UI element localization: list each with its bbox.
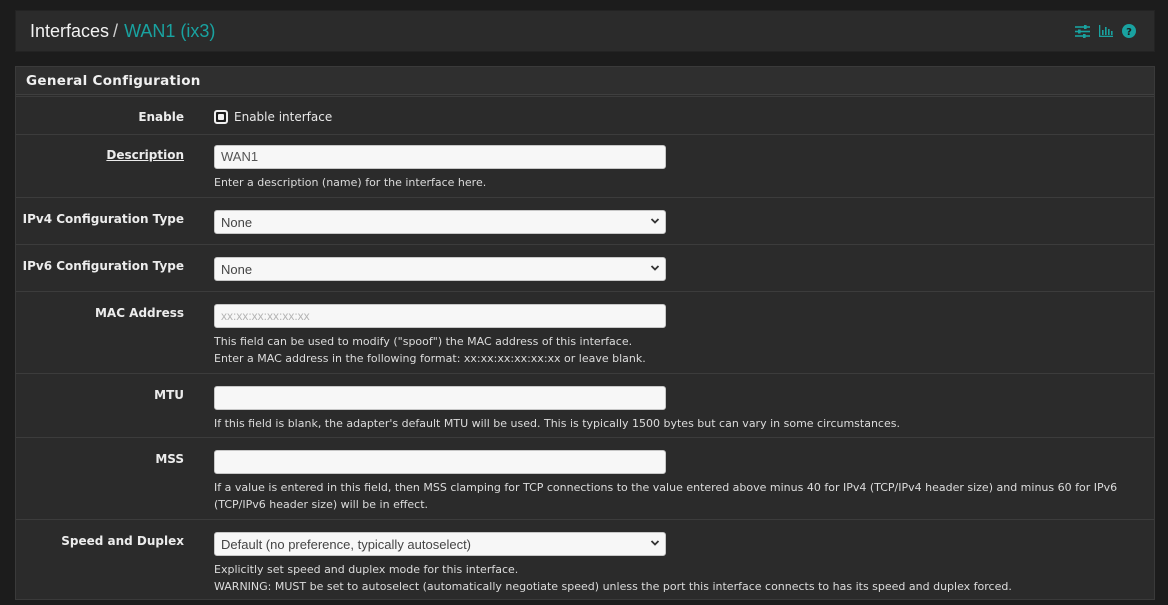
- mtu-label: MTU: [154, 388, 184, 402]
- breadcrumb-separator: /: [113, 21, 119, 41]
- enable-checkbox[interactable]: [214, 110, 228, 124]
- ipv4-select[interactable]: None: [214, 210, 666, 234]
- breadcrumb-interfaces[interactable]: Interfaces: [30, 21, 109, 41]
- ipv4-select-value: None: [221, 215, 253, 230]
- mac-address-help-line2: Enter a MAC address in the following for…: [214, 352, 646, 365]
- description-help: Enter a description (name) for the inter…: [214, 176, 487, 189]
- ipv6-label: IPv6 Configuration Type: [22, 259, 184, 273]
- description-label[interactable]: Description: [106, 148, 184, 162]
- enable-label: Enable: [138, 110, 184, 124]
- page-header: Interfaces / WAN1 (ix3) ?: [15, 10, 1155, 52]
- speed-duplex-help-line2: WARNING: MUST be set to autoselect (auto…: [214, 580, 1012, 593]
- svg-text:?: ?: [1126, 27, 1132, 38]
- chevron-down-icon: [650, 265, 660, 271]
- general-configuration-panel: General Configuration Enable Enable inte…: [15, 66, 1155, 600]
- help-icon[interactable]: ?: [1122, 24, 1136, 38]
- row-speed-duplex: Speed and Duplex Default (no preference,…: [16, 519, 1154, 601]
- row-ipv6: IPv6 Configuration Type None: [16, 244, 1154, 291]
- sliders-icon[interactable]: [1075, 24, 1090, 38]
- ipv6-select[interactable]: None: [214, 257, 666, 281]
- mss-help: If a value is entered in this field, the…: [214, 481, 1118, 511]
- enable-checkbox-group[interactable]: Enable interface: [214, 110, 332, 124]
- header-icons: ?: [1075, 24, 1136, 38]
- row-mac-address: MAC Address xx:xx:xx:xx:xx:xx This field…: [16, 291, 1154, 373]
- row-enable: Enable Enable interface: [16, 96, 1154, 134]
- speed-duplex-select[interactable]: Default (no preference, typically autose…: [214, 532, 666, 556]
- mss-label: MSS: [155, 452, 184, 466]
- ipv6-select-value: None: [221, 262, 253, 277]
- chevron-down-icon: [650, 218, 660, 224]
- row-mss: MSS If a value is entered in this field,…: [16, 437, 1154, 519]
- mss-input[interactable]: [214, 450, 666, 474]
- breadcrumb-current: WAN1 (ix3): [124, 21, 216, 41]
- description-input[interactable]: WAN1: [214, 145, 666, 169]
- mac-address-help: This field can be used to modify ("spoof…: [214, 333, 1134, 367]
- speed-duplex-help-line1: Explicitly set speed and duplex mode for…: [214, 563, 519, 576]
- breadcrumb: Interfaces / WAN1 (ix3): [30, 21, 215, 42]
- speed-duplex-select-value: Default (no preference, typically autose…: [221, 537, 472, 552]
- chevron-down-icon: [650, 540, 660, 546]
- row-ipv4: IPv4 Configuration Type None: [16, 197, 1154, 244]
- speed-duplex-label: Speed and Duplex: [61, 534, 184, 548]
- panel-title: General Configuration: [16, 67, 1154, 95]
- mac-address-label: MAC Address: [94, 306, 184, 320]
- ipv4-label: IPv4 Configuration Type: [22, 212, 184, 226]
- bar-chart-icon[interactable]: [1099, 25, 1113, 37]
- row-mtu: MTU If this field is blank, the adapter'…: [16, 373, 1154, 437]
- mac-address-input[interactable]: xx:xx:xx:xx:xx:xx: [214, 304, 666, 328]
- enable-checkbox-label[interactable]: Enable interface: [234, 110, 332, 124]
- row-description: Description WAN1 Enter a description (na…: [16, 134, 1154, 197]
- speed-duplex-help: Explicitly set speed and duplex mode for…: [214, 561, 1134, 595]
- mac-address-help-line1: This field can be used to modify ("spoof…: [214, 335, 633, 348]
- mtu-help: If this field is blank, the adapter's de…: [214, 417, 900, 430]
- mtu-input[interactable]: [214, 386, 666, 410]
